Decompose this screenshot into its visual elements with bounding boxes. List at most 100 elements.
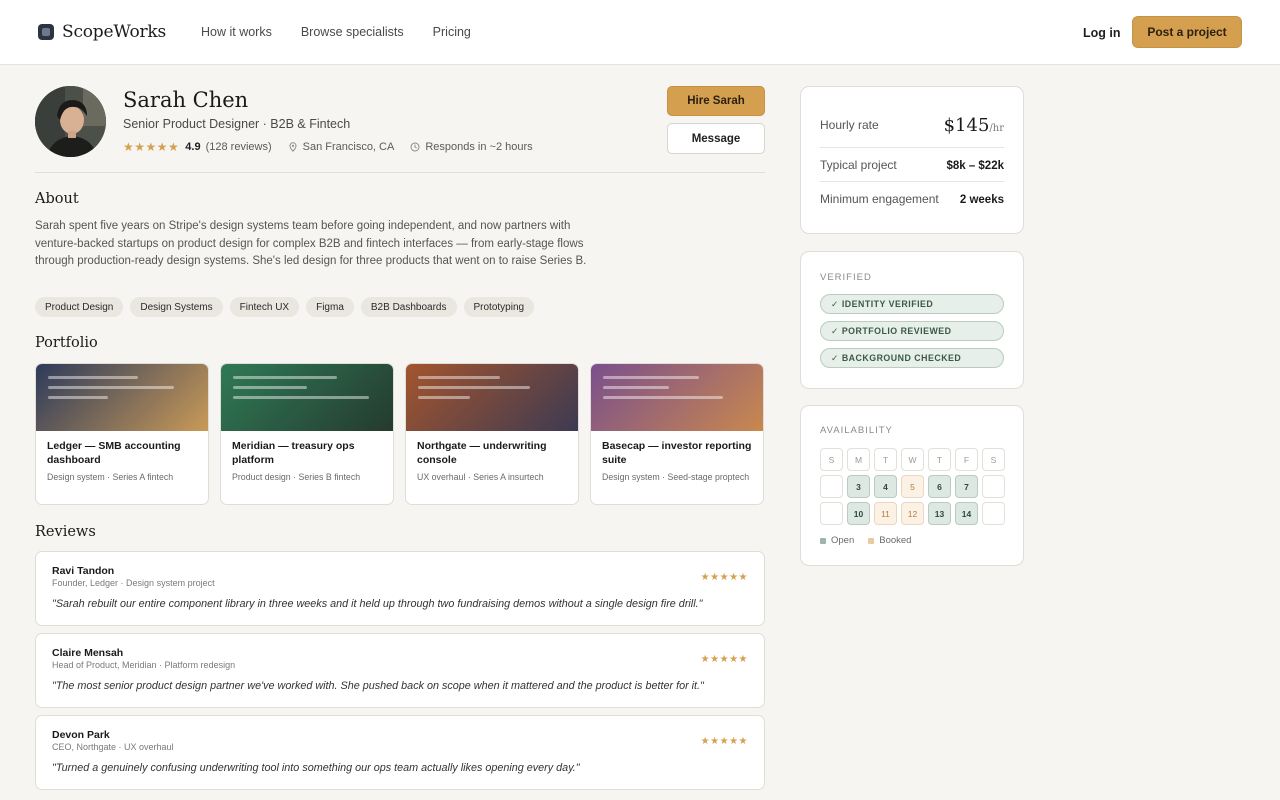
skill-tag[interactable]: Figma (306, 297, 354, 317)
post-project-button[interactable]: Post a project (1132, 16, 1242, 48)
skill-tag[interactable]: Design Systems (130, 297, 223, 317)
hourly-rate-row: Hourly rate $145/hr (820, 115, 1004, 136)
portfolio-thumbnail (406, 364, 578, 431)
minimum-engagement-row: Minimum engagement 2 weeks (820, 192, 1004, 206)
login-link[interactable]: Log in (1083, 26, 1121, 40)
calendar-day-header: T (928, 448, 951, 471)
skill-tag[interactable]: Product Design (35, 297, 124, 317)
calendar-day-open[interactable]: 6 (928, 475, 951, 498)
legend-booked-swatch (868, 537, 875, 544)
message-button[interactable]: Message (667, 123, 765, 154)
hourly-rate-unit: /hr (989, 123, 1004, 134)
calendar-day-header: W (901, 448, 924, 471)
thumbnail-line (233, 376, 337, 379)
portfolio-subtitle: Design system · Seed-stage proptech (602, 472, 750, 482)
portfolio-card[interactable]: Northgate — underwriting console UX over… (405, 363, 579, 505)
brand-logo-icon (38, 24, 54, 40)
review-quote: "Sarah rebuilt our entire component libr… (52, 598, 703, 610)
hire-button[interactable]: Hire Sarah (667, 86, 765, 116)
thumbnail-line (48, 396, 108, 399)
profile-name: Sarah Chen (123, 88, 249, 112)
review-stars: ★★★★★ (700, 736, 748, 747)
calendar-day-header: T (874, 448, 897, 471)
rate-divider (820, 147, 1004, 148)
calendar-day-header: M (847, 448, 870, 471)
calendar-day-header: S (820, 448, 843, 471)
thumbnail-line (603, 396, 723, 399)
hourly-rate-label: Hourly rate (820, 118, 879, 132)
response-text: Responds in ~2 hours (425, 141, 533, 153)
typical-project-row: Typical project $8k – $22k (820, 158, 1004, 172)
location-pin-icon (289, 142, 297, 152)
thumbnail-line (603, 376, 699, 379)
reviewer-name: Ravi Tandon (52, 565, 115, 577)
reviewer-role: CEO, Northgate · UX overhaul (52, 742, 174, 752)
skill-tag[interactable]: Prototyping (463, 297, 535, 317)
calendar-day-header: S (982, 448, 1005, 471)
skill-tag[interactable]: Fintech UX (229, 297, 300, 317)
portfolio-heading: Portfolio (35, 335, 98, 351)
main-nav: How it works Browse specialists Pricing (201, 25, 471, 39)
rating-value: 4.9 (185, 141, 201, 153)
verified-label: VERIFIED (820, 272, 872, 283)
thumbnail-line (418, 396, 470, 399)
calendar-day-open[interactable]: 10 (847, 502, 870, 525)
portfolio-title: Meridian — treasury ops platform (232, 440, 355, 466)
calendar-empty-cell (982, 475, 1005, 498)
portfolio-grid: Ledger — SMB accounting dashboard Design… (35, 363, 764, 505)
portfolio-subtitle: Design system · Series A fintech (47, 472, 174, 482)
availability-legend: Open Booked (820, 535, 911, 546)
nav-pricing[interactable]: Pricing (433, 25, 471, 39)
portfolio-title: Basecap — investor reporting suite (602, 440, 752, 466)
review-card: Devon Park CEO, Northgate · UX overhaul … (35, 715, 765, 790)
calendar-day-booked[interactable]: 11 (874, 502, 897, 525)
nav-browse-specialists[interactable]: Browse specialists (301, 25, 404, 39)
nav-how-it-works[interactable]: How it works (201, 25, 272, 39)
rates-panel: Hourly rate $145/hr Typical project $8k … (800, 86, 1024, 234)
portfolio-card[interactable]: Basecap — investor reporting suite Desig… (590, 363, 764, 505)
legend-open: Open (820, 535, 854, 546)
thumbnail-line (233, 396, 369, 399)
calendar-day-open[interactable]: 4 (874, 475, 897, 498)
reviews-count[interactable]: (128 reviews) (206, 141, 272, 153)
minimum-engagement-value: 2 weeks (959, 194, 1004, 206)
profile-divider (35, 172, 765, 173)
location-text: San Francisco, CA (302, 141, 395, 153)
reviewer-role: Head of Product, Meridian · Platform red… (52, 660, 236, 670)
review-quote: "The most senior product design partner … (52, 680, 704, 692)
reviewer-name: Claire Mensah (52, 647, 124, 659)
profile-title: Senior Product Designer · B2B & Fintech (123, 117, 351, 131)
calendar-day-open[interactable]: 3 (847, 475, 870, 498)
calendar-empty-cell (820, 475, 843, 498)
skill-tag[interactable]: B2B Dashboards (360, 297, 457, 317)
thumbnail-line (418, 386, 530, 389)
portfolio-card[interactable]: Ledger — SMB accounting dashboard Design… (35, 363, 209, 505)
reviewer-name: Devon Park (52, 729, 110, 741)
calendar-day-booked[interactable]: 5 (901, 475, 924, 498)
legend-open-swatch (820, 537, 826, 544)
portfolio-title: Ledger — SMB accounting dashboard (47, 440, 181, 466)
calendar-day-open[interactable]: 7 (955, 475, 978, 498)
review-stars: ★★★★★ (700, 654, 748, 665)
legend-booked: Booked (868, 535, 911, 546)
legend-booked-label: Booked (879, 535, 912, 546)
portfolio-card[interactable]: Meridian — treasury ops platform Product… (220, 363, 394, 505)
typical-project-value: $8k – $22k (946, 160, 1004, 172)
brand-name: ScopeWorks (62, 22, 167, 42)
calendar-day-open[interactable]: 13 (928, 502, 951, 525)
calendar-day-booked[interactable]: 12 (901, 502, 924, 525)
hourly-rate-value: $145 (943, 115, 990, 136)
calendar-empty-cell (820, 502, 843, 525)
minimum-engagement-label: Minimum engagement (820, 192, 939, 206)
top-navigation-bar: ScopeWorks How it works Browse specialis… (0, 0, 1280, 65)
portfolio-title: Northgate — underwriting console (417, 440, 547, 466)
brand-logo[interactable]: ScopeWorks (38, 22, 166, 42)
calendar-empty-cell (982, 502, 1005, 525)
availability-panel: AVAILABILITY S M T W T F S 3 4 5 6 7 10 11 12 13 14 Open… (800, 405, 1024, 566)
background-checked-badge: ✓ BACKGROUND CHECKED (820, 348, 1004, 368)
typical-project-label: Typical project (820, 158, 897, 172)
calendar-day-open[interactable]: 14 (955, 502, 978, 525)
portfolio-thumbnail (591, 364, 763, 431)
thumbnail-line (48, 376, 138, 379)
profile-meta: ★★★★★ 4.9 (128 reviews) San Francisco, C… (123, 140, 533, 154)
